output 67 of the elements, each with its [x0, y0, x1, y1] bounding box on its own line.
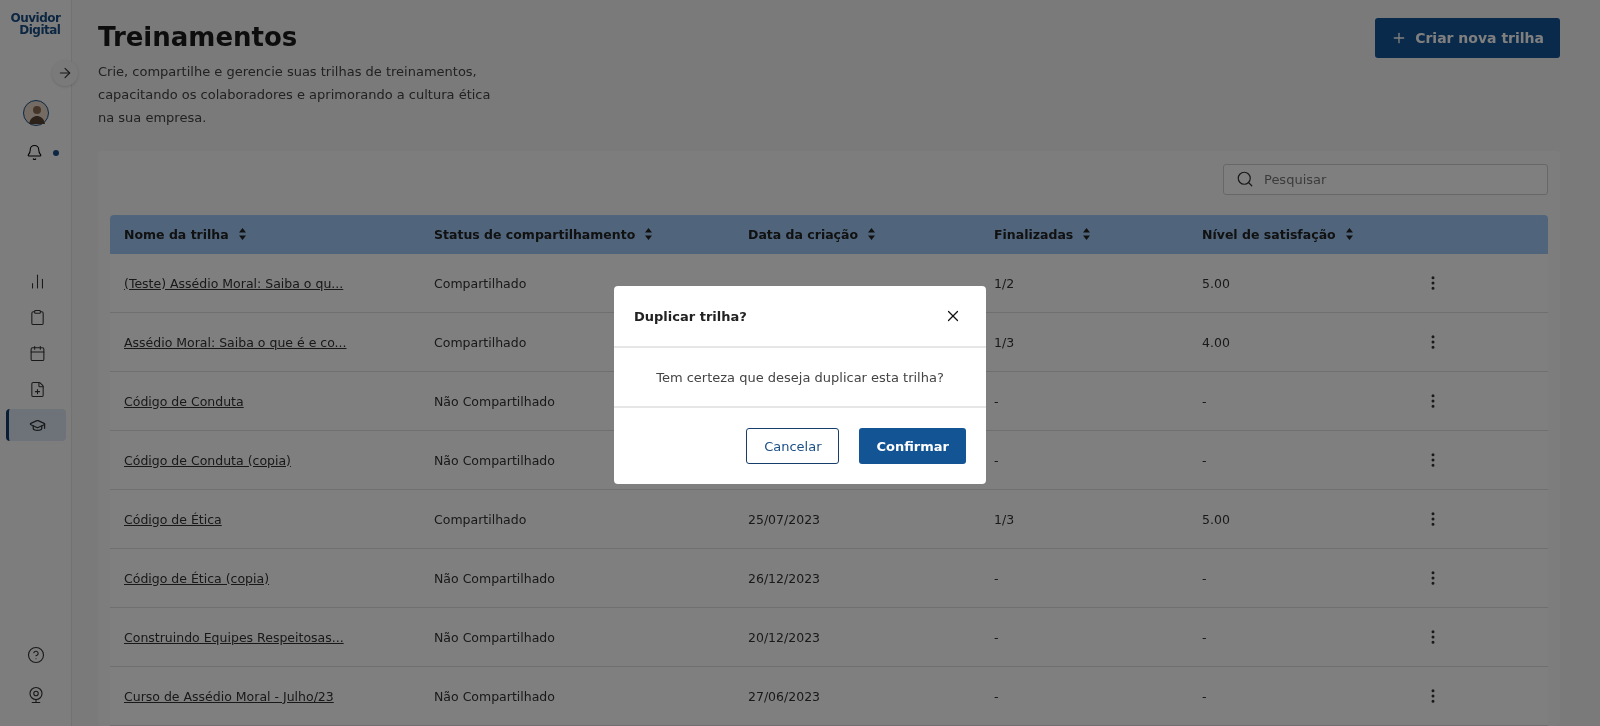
- satisfaction-cell-text: -: [1202, 570, 1208, 586]
- sort-icon[interactable]: [238, 228, 246, 241]
- finished-cell-text: 1/2: [994, 275, 1016, 291]
- status-cell-text: Não Compartilhado: [434, 452, 556, 468]
- sort-icon[interactable]: [1345, 228, 1353, 241]
- arrow-right-icon: [57, 65, 73, 81]
- file-plus-icon: [28, 380, 46, 398]
- search-field[interactable]: Pesquisar: [1223, 164, 1548, 195]
- track-name-link[interactable]: Construindo Equipes Respeitosas...: [124, 629, 434, 645]
- track-name-link[interactable]: Código de Conduta: [124, 393, 434, 409]
- clipboard-icon: [28, 308, 46, 326]
- status-cell-text: Compartilhado: [434, 334, 528, 350]
- sort-icon[interactable]: [1083, 228, 1091, 241]
- status-cell-text: Não Compartilhado: [434, 393, 556, 409]
- track-name-link[interactable]: (Teste) Assédio Moral: Saiba o qu...: [124, 275, 434, 291]
- satisfaction-cell-text: -: [1202, 629, 1208, 645]
- date-cell-text: 26/12/2023: [748, 570, 822, 586]
- track-name-link[interactable]: Assédio Moral: Saiba o que é e co...: [124, 334, 434, 350]
- search-input[interactable]: Pesquisar: [1262, 170, 1535, 188]
- status-cell-text: Não Compartilhado: [434, 570, 556, 586]
- calendar-icon: [28, 344, 46, 362]
- sort-icon[interactable]: [645, 228, 653, 241]
- dialog-message: Tem certeza que deseja duplicar esta trilha?: [614, 348, 986, 408]
- track-name-link[interactable]: Código de Ética: [124, 511, 434, 527]
- notification-bell-icon[interactable]: [26, 144, 43, 161]
- satisfaction-cell-text: -: [1202, 393, 1208, 409]
- column-header[interactable]: Finalizadas: [994, 226, 1074, 242]
- finished-cell-text: -: [994, 393, 1000, 409]
- track-name-link[interactable]: Código de Ética (copia): [124, 570, 434, 586]
- finished-cell-text: -: [994, 452, 1000, 468]
- column-header[interactable]: Nível de satisfação: [1202, 226, 1336, 242]
- satisfaction-cell-text: 5.00: [1202, 511, 1231, 527]
- finished-cell-text: 1/3: [994, 511, 1016, 527]
- date-cell-text: 25/07/2023: [748, 511, 822, 527]
- status-cell-text: Não Compartilhado: [434, 629, 556, 645]
- sort-icon[interactable]: [868, 228, 876, 241]
- search-icon: [1236, 170, 1254, 189]
- date-cell-text: 27/06/2023: [748, 688, 822, 704]
- finished-cell-text: 1/3: [994, 334, 1016, 350]
- status-cell-text: Compartilhado: [434, 275, 528, 291]
- finished-cell-text: -: [994, 688, 1000, 704]
- user-avatar[interactable]: [22, 100, 49, 126]
- satisfaction-cell-text: 4.00: [1202, 334, 1231, 350]
- finished-cell-text: -: [994, 629, 1000, 645]
- create-track-button[interactable]: Criar nova trilha: [1375, 18, 1560, 58]
- nav-item[interactable]: [5, 409, 66, 441]
- confirm-button[interactable]: Confirmar: [859, 428, 966, 464]
- expand-sidebar-button[interactable]: [52, 60, 78, 86]
- finished-cell-text: -: [994, 570, 1000, 586]
- track-name-link[interactable]: Código de Conduta (copia): [124, 452, 434, 468]
- column-header[interactable]: Status de compartilhamento: [434, 226, 636, 242]
- cancel-button[interactable]: Cancelar: [746, 428, 840, 464]
- webcam-icon[interactable]: [26, 686, 45, 704]
- help-icon[interactable]: [26, 646, 45, 664]
- status-cell-text: Compartilhado: [434, 511, 528, 527]
- track-name-link[interactable]: Curso de Assédio Moral - Julho/23: [124, 688, 434, 704]
- satisfaction-cell-text: -: [1202, 688, 1208, 704]
- date-cell-text: 20/12/2023: [748, 629, 822, 645]
- satisfaction-cell-text: -: [1202, 452, 1208, 468]
- column-header[interactable]: Nome da trilha: [124, 226, 229, 242]
- page-description: Crie, compartilhe e gerencie suas trilhas de treinamentos, capacitando os colaboradores e aprimorando a cultura ética na sua empresa.: [98, 63, 492, 127]
- satisfaction-cell-text: 5.00: [1202, 275, 1231, 291]
- status-cell-text: Não Compartilhado: [434, 688, 556, 704]
- logo[interactable]: Ouvidor Digital: [10, 12, 61, 36]
- page-title: Treinamentos: [98, 22, 299, 52]
- column-header[interactable]: Data da criação: [748, 226, 859, 242]
- dialog-title: Duplicar trilha?: [634, 308, 747, 324]
